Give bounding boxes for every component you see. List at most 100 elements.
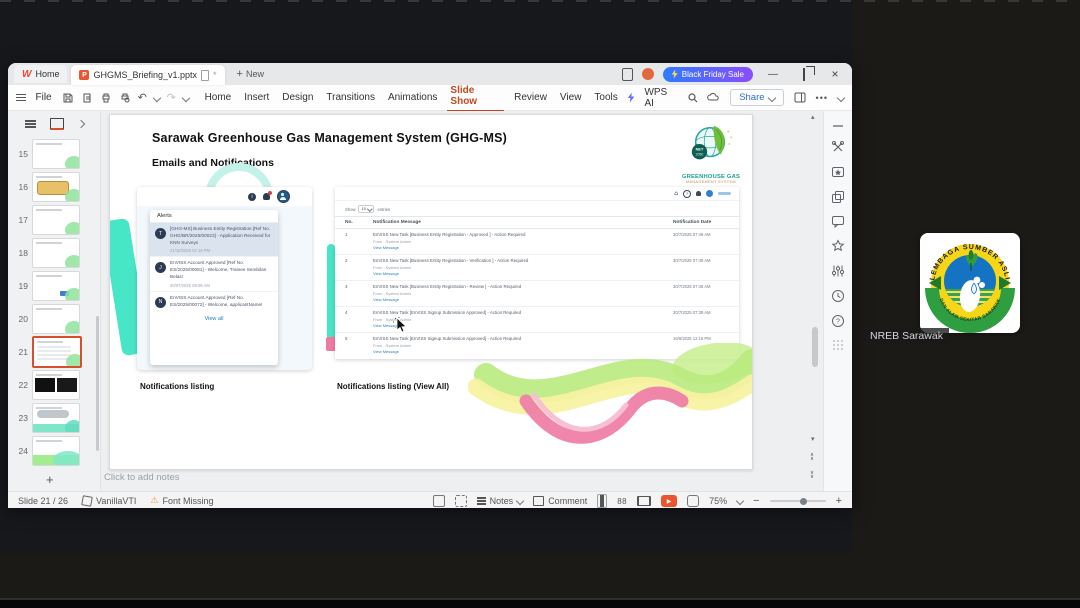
outline-view-icon[interactable] (24, 120, 36, 122)
menu-insert[interactable]: Insert (241, 90, 272, 105)
slide-thumbnail-23[interactable] (32, 402, 80, 433)
undo-dropdown-icon[interactable] (152, 93, 161, 102)
menu-transitions[interactable]: Transitions (323, 90, 378, 105)
menu-slide-show[interactable]: Slide Show (447, 83, 505, 112)
thumbnail-number: 24 (18, 445, 28, 456)
slide-canvas[interactable]: Sarawak Greenhouse Gas Management System… (109, 114, 753, 470)
participant-video-tile[interactable]: LEMBAGA SUMBER ASLI DAN ALAM SEKITAR SAR… (920, 233, 1020, 333)
mobile-view-icon[interactable] (621, 67, 633, 81)
slide-thumbnail-17[interactable] (32, 204, 80, 235)
slide-thumbnail-18[interactable] (32, 237, 80, 268)
slide-thumbnail-15[interactable] (32, 138, 80, 169)
thumbnail-row: 18 (8, 236, 100, 269)
slide-thumbnail-21-selected[interactable] (32, 335, 82, 368)
slide-thumbnail-24[interactable] (32, 435, 80, 466)
apps-grid-icon[interactable] (832, 339, 844, 351)
effects-icon[interactable] (831, 165, 845, 179)
notes-toggle[interactable]: Notes (476, 496, 525, 506)
info-icon: i (248, 192, 256, 201)
zoom-out-button[interactable]: − (753, 495, 759, 507)
sidebar-toggle-icon[interactable] (794, 92, 806, 103)
reading-view-button[interactable] (637, 496, 652, 506)
menu-wps-ai[interactable]: WPS AI (641, 85, 680, 111)
menu-file[interactable]: File (33, 90, 55, 105)
fullscreen-button[interactable] (687, 495, 700, 507)
zoom-chevron-icon[interactable] (735, 496, 745, 506)
thumbnail-scrollbar[interactable] (96, 316, 99, 451)
search-icon[interactable] (687, 92, 699, 104)
output-icon[interactable] (81, 92, 93, 104)
undo-icon[interactable]: ↶ (138, 91, 147, 104)
collapse-ribbon-icon[interactable] (836, 93, 846, 102)
menu-tools[interactable]: Tools (591, 90, 620, 105)
zoom-percent[interactable]: 75% (709, 496, 727, 506)
close-button[interactable]: × (824, 67, 846, 81)
menu-review[interactable]: Review (511, 90, 550, 105)
account-avatar[interactable] (641, 68, 654, 80)
table-row: 2 EnVISS New Task [Business Entity Regis… (335, 255, 739, 281)
show-entries-row: Show 10 entries (335, 201, 739, 216)
more-dropdown-icon[interactable] (181, 93, 190, 102)
print-preview-icon[interactable] (119, 92, 131, 104)
comment-rail-icon[interactable] (831, 215, 845, 228)
zoom-slider[interactable] (769, 497, 826, 505)
add-slide-button[interactable]: + (46, 472, 54, 487)
cloud-sync-icon[interactable] (706, 92, 720, 103)
menu-animations[interactable]: Animations (385, 90, 440, 105)
share-button[interactable]: Share (730, 89, 784, 106)
col-date: Notification Date (673, 220, 712, 225)
slide-thumbnail-22[interactable] (32, 369, 80, 400)
collapse-rail-icon[interactable] (832, 123, 844, 129)
comment-toggle[interactable]: Comment (533, 496, 587, 506)
menu-design[interactable]: Design (279, 90, 316, 105)
menu-view[interactable]: View (557, 90, 585, 105)
slide-view-icon[interactable] (49, 118, 64, 130)
row-date: 30/7/2025 07:49 AM (673, 258, 711, 263)
tab-home[interactable]: W Home (14, 65, 68, 83)
slide-thumbnail-16[interactable] (32, 171, 80, 202)
menu-home[interactable]: Home (202, 90, 235, 105)
minimize-button[interactable]: — (762, 69, 784, 80)
slide-sorter-button[interactable]: 88 (617, 497, 627, 506)
logo-subtitle: MANAGEMENT SYSTEM (686, 180, 736, 184)
print-icon[interactable] (100, 92, 112, 104)
save-icon[interactable] (62, 92, 74, 104)
settings-sliders-icon[interactable] (831, 264, 845, 278)
tools-icon[interactable] (831, 140, 845, 154)
zoom-slider-handle[interactable] (800, 497, 808, 505)
notes-placeholder[interactable]: Click to add notes (104, 472, 180, 483)
restore-button[interactable] (793, 67, 815, 81)
pane-toggle-icon[interactable] (432, 495, 445, 507)
theme-indicator[interactable]: VanillaVTI (81, 495, 136, 507)
alert-item: N EnVISS Account Approved [Ref No. ES/20… (150, 292, 278, 312)
tab-document[interactable]: P GHGMS_Briefing_v1.pptx * (71, 65, 225, 85)
history-clock-icon[interactable] (831, 289, 845, 303)
help-circle-icon[interactable]: ? (831, 314, 845, 328)
help-icon: ? (683, 189, 691, 198)
row-no: 5 (345, 336, 348, 341)
thumbnail-number: 16 (18, 181, 28, 192)
shapes-icon[interactable] (831, 190, 845, 204)
slideshow-play-button[interactable]: ▶ (661, 495, 678, 507)
row-no: 4 (345, 310, 348, 315)
zoom-in-button[interactable]: + (836, 495, 842, 507)
font-missing-warning[interactable]: ⚠ Font Missing (150, 496, 213, 506)
expand-panel-icon[interactable] (76, 119, 85, 129)
slide-thumbnail-20[interactable] (32, 303, 80, 334)
slide-thumbnail-19[interactable] (32, 270, 80, 301)
scrollbar-thumb[interactable] (812, 327, 818, 367)
favorites-star-icon[interactable] (831, 239, 845, 253)
next-slide-button[interactable]: ∨ ∨ (810, 470, 814, 480)
scroll-up-icon[interactable]: ▴ (811, 113, 815, 121)
normal-view-button[interactable] (597, 494, 608, 508)
thumbnail-row: 19 (8, 269, 100, 302)
previous-slide-button[interactable]: ∧ ∧ (810, 452, 814, 462)
insert-pane-icon[interactable] (454, 495, 467, 507)
more-options-icon[interactable]: ••• (816, 93, 828, 103)
promo-button[interactable]: Black Friday Sale (662, 66, 753, 82)
slide-scrollbar[interactable]: ▴ ▾ ∧ ∧ ∨ ∨ (807, 111, 823, 491)
redo-icon[interactable]: ↷ (167, 91, 176, 104)
scroll-down-icon[interactable]: ▾ (811, 435, 815, 443)
wps-ai-icon (627, 92, 635, 103)
new-tab-button[interactable]: + New (229, 65, 272, 83)
